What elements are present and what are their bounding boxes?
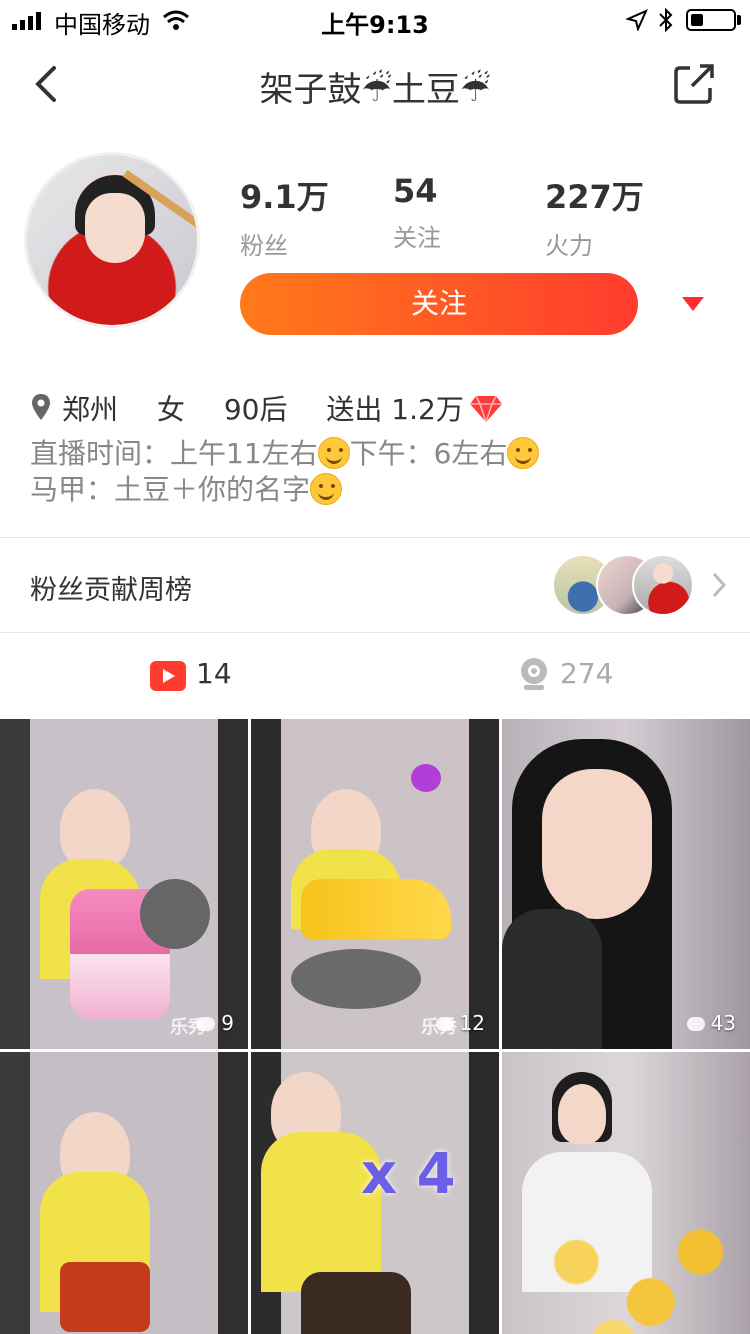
fan-rank-label: 粉丝贡献周榜 <box>30 575 192 606</box>
webcam-icon <box>521 658 547 690</box>
comment-bubble-icon <box>686 1017 705 1031</box>
video-thumbnail[interactable]: 乐秀 12 <box>251 719 499 1049</box>
tab-lives-count: 274 <box>560 657 614 690</box>
bio-line-2-text: 马甲：土豆＋你的名字 <box>30 473 311 506</box>
battery-icon <box>686 9 736 31</box>
stat-fire-num: 227万 <box>545 178 644 216</box>
comment-bubble-icon <box>197 1017 216 1031</box>
gifts-sent-label: 送出 1.2万 <box>326 393 464 426</box>
location-arrow-icon <box>626 9 648 31</box>
tab-videos-count: 14 <box>196 657 232 690</box>
stat-fans-label: 粉丝 <box>240 232 288 260</box>
bio-line-1: 直播时间：上午11左右 下午：6左右 <box>30 436 540 472</box>
video-comment-count-value: 43 <box>710 1011 736 1035</box>
dropdown-triangle-icon[interactable] <box>682 297 704 311</box>
profile-info-row: 郑州 女 90后 送出 1.2万 <box>32 388 502 428</box>
video-comment-count: 43 <box>686 1011 736 1035</box>
age-group: 90后 <box>223 393 288 426</box>
chevron-right-icon <box>712 572 727 598</box>
video-comment-count: 9 <box>197 1011 234 1035</box>
content-tabs: 14 274 <box>0 633 750 719</box>
video-play-icon <box>150 661 186 691</box>
bio: 直播时间：上午11左右 下午：6左右 马甲：土豆＋你的名字 <box>30 436 540 508</box>
page-title: 架子鼓☔土豆☔ <box>259 70 491 110</box>
battery-cap <box>737 15 741 25</box>
video-thumbnail[interactable] <box>0 1052 248 1334</box>
city: 郑州 <box>62 393 119 426</box>
share-icon[interactable] <box>672 62 716 106</box>
diamond-icon <box>469 396 502 422</box>
stat-fire-label: 火力 <box>545 232 593 260</box>
fan-rank-row[interactable]: 粉丝贡献周榜 <box>0 538 750 632</box>
bio-line-1-a: 直播时间：上午11左右 <box>30 437 318 470</box>
stat-following[interactable]: 54 关注 <box>393 172 441 253</box>
video-thumbnail[interactable]: 乐秀 9 <box>0 719 248 1049</box>
video-comment-count-value: 9 <box>221 1011 234 1035</box>
bio-line-1-b: 下午：6左右 <box>349 437 508 470</box>
stat-following-label: 关注 <box>393 224 441 252</box>
stat-fire[interactable]: 227万 火力 <box>545 172 644 261</box>
video-comment-count-value: 12 <box>459 1011 485 1035</box>
smile-emoji-icon <box>310 473 343 505</box>
follow-button[interactable]: 关注 <box>240 273 638 335</box>
video-thumbnail[interactable] <box>502 1052 750 1334</box>
gender: 女 <box>156 393 185 426</box>
fan-rank-avatar-3 <box>632 554 694 616</box>
bluetooth-icon <box>659 7 673 33</box>
status-bar: 中国移动 上午9:13 <box>0 0 750 40</box>
smile-emoji-icon <box>507 437 540 469</box>
video-thumbnail[interactable]: 43 <box>502 719 750 1049</box>
video-comment-count: 12 <box>435 1011 485 1035</box>
gift-multiplier: x 4 <box>361 1142 456 1207</box>
comment-bubble-icon <box>435 1017 454 1031</box>
stat-fans[interactable]: 9.1万 粉丝 <box>240 172 329 261</box>
stat-fans-num: 9.1万 <box>240 178 329 216</box>
video-thumbnail[interactable]: x 4 <box>251 1052 499 1334</box>
bio-line-2: 马甲：土豆＋你的名字 <box>30 472 539 508</box>
smile-emoji-icon <box>317 437 350 469</box>
nav-bar: 架子鼓☔土豆☔ <box>0 40 750 130</box>
stat-following-num: 54 <box>393 172 438 210</box>
gifts-sent: 送出 1.2万 <box>326 393 502 426</box>
avatar[interactable] <box>24 152 200 328</box>
